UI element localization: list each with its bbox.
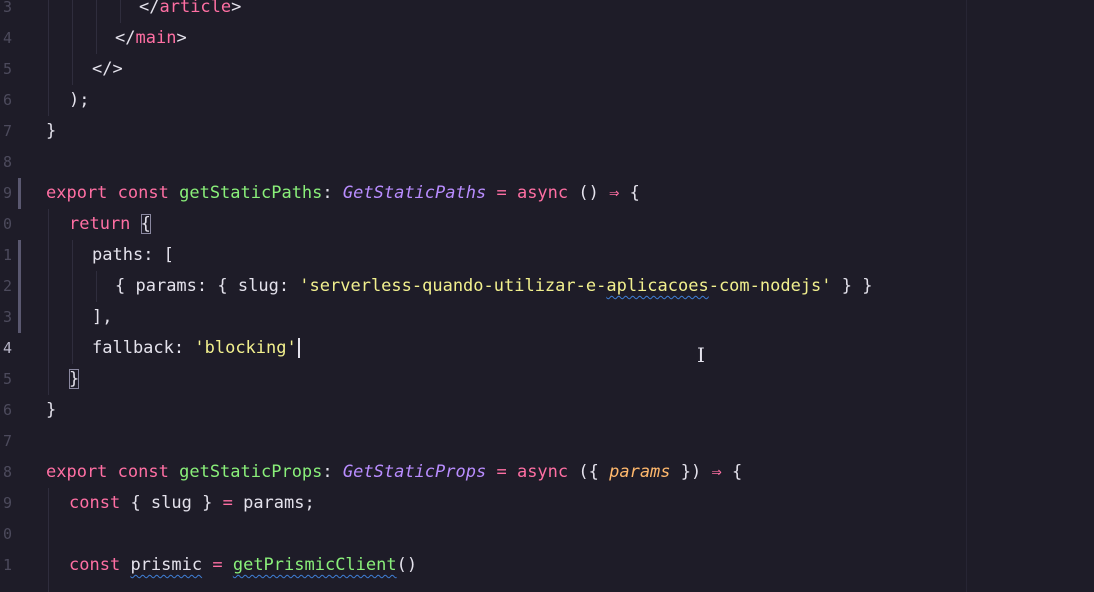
token-operator: = [496,462,507,482]
token-string: 'serverless-quando-utilizar-e- [299,276,607,296]
token-arrow: ⇒ [609,183,620,203]
token-punctuation: } } [831,276,873,296]
code-editor[interactable]: 3 4 5 6 7 8 9 0 1 2 3 4 5 6 7 8 9 0 1 </… [0,0,1094,592]
token-operator: = [496,183,507,203]
token-punctuation: : [ [143,245,174,265]
token-punctuation: } [46,121,57,141]
token-property: fallback [92,338,174,358]
token-operator: = [212,555,223,575]
mouse-ibeam-cursor-icon: I [697,343,705,367]
token-punctuation: { [115,276,136,296]
code-line[interactable]: const { slug } = params; [69,488,315,519]
token-property: slug [237,276,279,296]
code-line[interactable]: </main> [115,23,187,54]
code-line[interactable]: export const getStaticPaths: GetStaticPa… [46,178,640,209]
code-line[interactable]: return { [69,209,151,240]
token-keyword: export [46,462,108,482]
token-punctuation: </ [115,28,136,48]
code-line[interactable]: } [69,364,80,395]
token-punctuation: { [732,462,743,482]
matched-bracket: } [69,369,80,389]
token-punctuation: > [231,0,242,17]
token-punctuation: : { [196,276,238,296]
spelling-squiggle: prismic [130,555,203,575]
token-punctuation: ); [69,90,90,110]
token-punctuation: : [278,276,300,296]
code-line[interactable]: } [46,395,56,426]
token-arrow: ⇒ [711,462,722,482]
token-keyword: const [69,555,121,575]
token-punctuation: } [46,400,57,420]
token-punctuation: ], [92,307,113,327]
token-punctuation: : [322,183,333,203]
token-operator: = [222,493,233,513]
token-fragment: </> [92,59,123,79]
token-keyword: export [46,183,108,203]
code-line-active[interactable]: fallback: 'blocking' [92,333,300,364]
token-punctuation: }) [670,462,702,482]
token-keyword: return [69,214,131,234]
token-type: GetStaticProps [342,462,487,482]
token-punctuation: () [578,183,599,203]
text-cursor [297,338,300,358]
token-keyword: async [516,183,569,203]
token-destructure: { slug } [130,493,213,513]
token-property: params [135,276,197,296]
token-property: paths [92,245,144,265]
code-line[interactable]: ); [69,85,89,116]
token-function: getPrismicClient [232,555,397,575]
token-keyword: const [117,183,169,203]
token-punctuation: : [173,338,195,358]
token-tag: main [135,28,177,48]
spelling-squiggle: aplicacoes [606,276,709,296]
code-line[interactable]: </article> [139,0,241,23]
token-string: 'blocking' [194,338,297,358]
matched-bracket: { [140,214,151,234]
token-keyword: const [69,493,121,513]
code-area[interactable]: </article> </main> </> ); } export const… [0,0,1094,592]
token-string: -com-nodejs' [708,276,832,296]
token-keyword: const [117,462,169,482]
token-function: getStaticProps [179,462,323,482]
token-punctuation: </ [139,0,160,17]
token-punctuation: ({ [578,462,610,482]
code-line[interactable]: { params: { slug: 'serverless-quando-uti… [115,271,872,302]
token-identifier: params; [243,493,315,513]
token-punctuation: { [629,183,640,203]
code-line[interactable]: } [46,116,56,147]
token-parameter: params [609,462,671,482]
token-punctuation: : [322,462,333,482]
code-line[interactable]: export const getStaticProps: GetStaticPr… [46,457,742,488]
token-keyword: async [516,462,569,482]
code-line[interactable]: const prismic = getPrismicClient() [69,550,417,581]
code-line[interactable]: </> [92,54,123,85]
code-line[interactable]: paths: [ [92,240,174,271]
token-tag: article [159,0,232,17]
token-punctuation: > [176,28,187,48]
token-punctuation: () [396,555,418,575]
token-function: getStaticPaths [179,183,323,203]
code-line[interactable]: ], [92,302,112,333]
token-type: GetStaticPaths [342,183,487,203]
